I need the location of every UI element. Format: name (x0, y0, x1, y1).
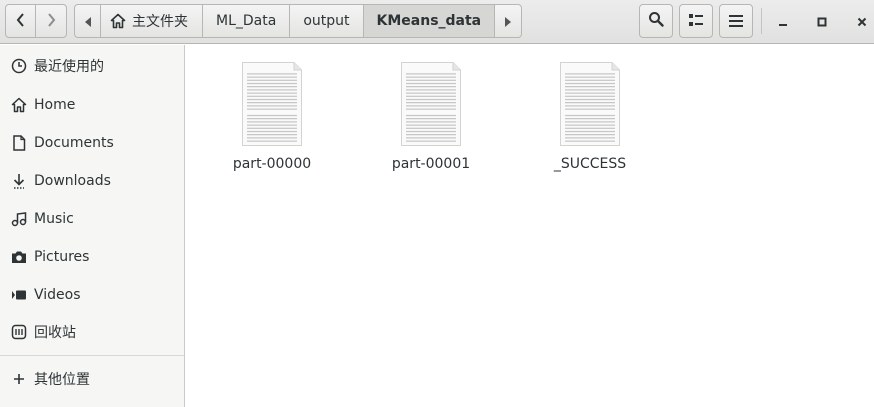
download-icon (10, 173, 27, 190)
file-item[interactable]: part-00001 (371, 60, 491, 180)
sidebar-item-other-locations[interactable]: 其他位置 (0, 364, 184, 394)
path-scroll-left-button[interactable] (74, 4, 101, 38)
camera-icon (10, 249, 27, 266)
header-separator (761, 8, 762, 34)
sidebar-item-home[interactable]: Home (0, 90, 184, 120)
home-icon (10, 97, 27, 114)
crumb-ml-data[interactable]: ML_Data (203, 4, 291, 38)
file-view: part-00000 part-00001 _SUCCESS (186, 45, 874, 407)
file-name: _SUCCESS (553, 156, 627, 172)
triangle-left-icon (84, 12, 91, 31)
video-icon (10, 287, 27, 304)
sidebar-item-label: Home (34, 97, 76, 113)
hamburger-menu-icon (729, 12, 743, 31)
trash-icon (10, 324, 27, 341)
path-scroll-right-button[interactable] (495, 4, 523, 38)
crumb-label: KMeans_data (376, 13, 482, 29)
sidebar-item-label: Videos (34, 287, 81, 303)
sidebar-item-label: Documents (34, 135, 114, 151)
close-icon (857, 12, 867, 31)
search-icon (648, 11, 664, 31)
file-item[interactable]: part-00000 (212, 60, 332, 180)
list-view-icon (688, 12, 704, 31)
sidebar-item-label: 回收站 (34, 325, 76, 341)
sidebar-item-trash[interactable]: 回收站 (0, 317, 184, 347)
text-file-icon (558, 60, 622, 148)
crumb-label: ML_Data (216, 13, 277, 29)
text-file-icon (240, 60, 304, 148)
document-icon (10, 135, 27, 152)
sidebar-item-label: Pictures (34, 249, 90, 265)
sidebar-item-music[interactable]: Music (0, 204, 184, 234)
crumb-label: output (303, 13, 350, 29)
sidebar-item-label: Music (34, 211, 74, 227)
header-bar: 主文件夹 ML_Data output KMeans_data (0, 0, 874, 44)
sidebar: 最近使用的 Home Documents Downloads Music Pic… (0, 45, 185, 407)
file-name: part-00001 (391, 156, 471, 172)
crumb-output[interactable]: output (290, 4, 364, 38)
home-icon (110, 13, 126, 29)
file-item[interactable]: _SUCCESS (530, 60, 650, 180)
close-button[interactable] (849, 8, 874, 34)
chevron-right-icon (46, 12, 56, 31)
minimize-button[interactable] (770, 8, 796, 34)
view-toggle-button[interactable] (679, 4, 713, 38)
sidebar-item-label: Downloads (34, 173, 111, 189)
sidebar-item-pictures[interactable]: Pictures (0, 242, 184, 272)
sidebar-item-label: 其他位置 (34, 372, 90, 388)
sidebar-item-documents[interactable]: Documents (0, 128, 184, 158)
path-bar: 主文件夹 ML_Data output KMeans_data (74, 4, 523, 38)
plus-icon (10, 371, 27, 388)
triangle-right-icon (505, 12, 512, 31)
sidebar-item-recent[interactable]: 最近使用的 (0, 51, 184, 81)
music-icon (10, 211, 27, 228)
recent-clock-icon (10, 58, 27, 75)
forward-button[interactable] (35, 4, 67, 38)
sidebar-item-label: 最近使用的 (34, 59, 104, 75)
crumb-home-folder[interactable]: 主文件夹 (101, 4, 203, 38)
minimize-icon (778, 12, 788, 31)
search-button[interactable] (639, 4, 673, 38)
back-button[interactable] (5, 4, 36, 38)
text-file-icon (399, 60, 463, 148)
file-name: part-00000 (232, 156, 312, 172)
chevron-left-icon (16, 12, 26, 31)
menu-button[interactable] (719, 4, 753, 38)
crumb-kmeans-data[interactable]: KMeans_data (363, 4, 496, 38)
sidebar-separator (0, 355, 184, 356)
sidebar-item-videos[interactable]: Videos (0, 280, 184, 310)
crumb-label: 主文件夹 (132, 14, 188, 30)
maximize-icon (817, 12, 827, 31)
sidebar-item-downloads[interactable]: Downloads (0, 166, 184, 196)
maximize-button[interactable] (809, 8, 835, 34)
